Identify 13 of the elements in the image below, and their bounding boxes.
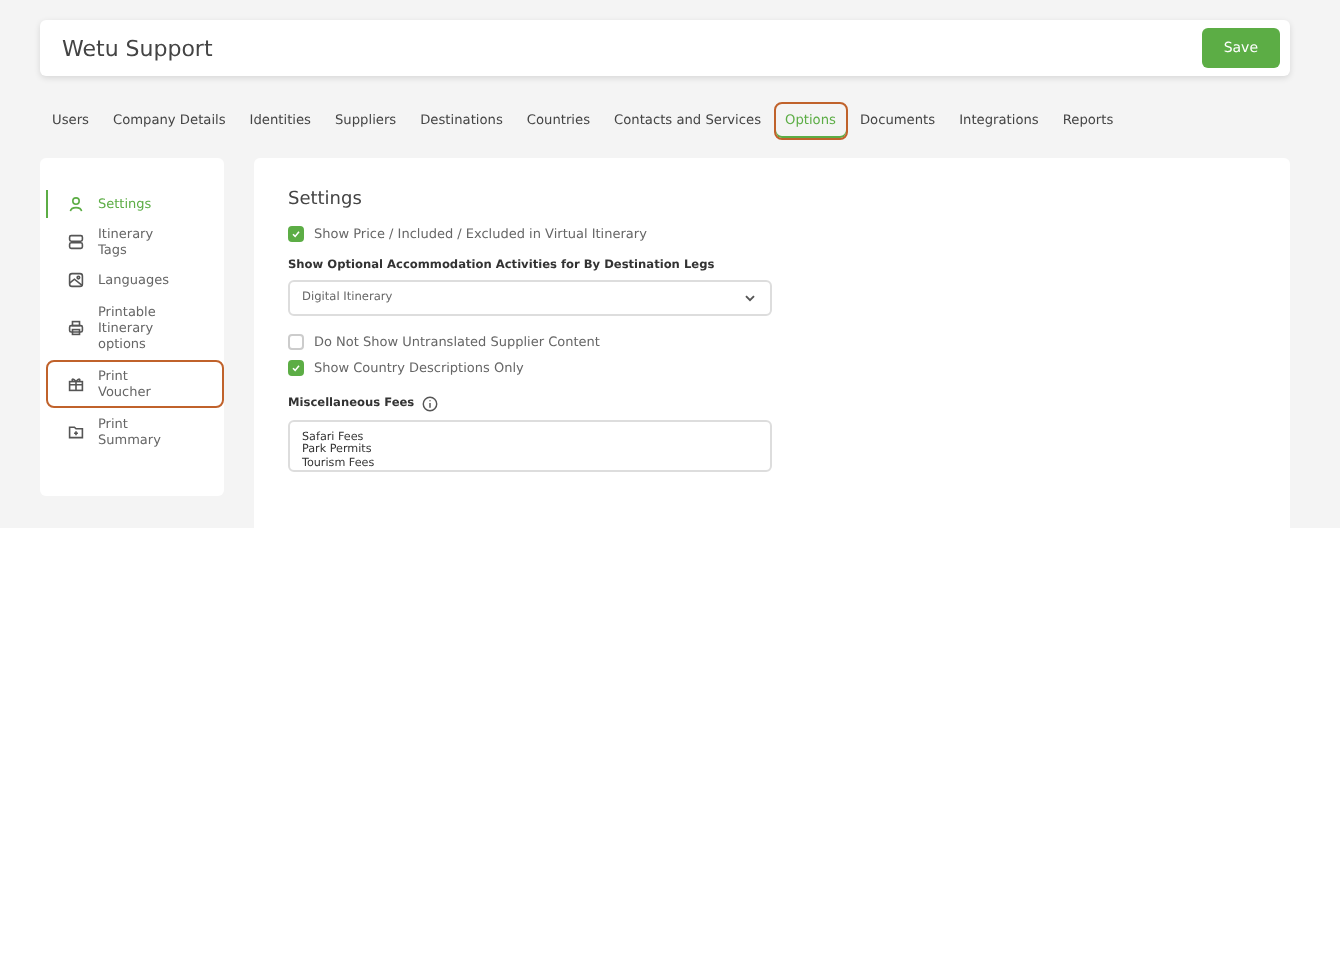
printer-icon <box>68 319 84 336</box>
chevron-down-icon <box>742 290 758 306</box>
checkbox[interactable] <box>288 360 304 376</box>
checkbox[interactable] <box>288 334 304 350</box>
info-icon <box>422 396 439 412</box>
checkbox[interactable] <box>288 226 304 242</box>
gift-icon <box>68 376 84 392</box>
user-icon <box>68 196 84 213</box>
folder-icon <box>68 424 84 441</box>
page-title: Wetu Support <box>62 35 213 61</box>
section-title: Settings <box>288 190 364 210</box>
tags-icon <box>68 234 84 251</box>
image-icon <box>68 272 84 289</box>
